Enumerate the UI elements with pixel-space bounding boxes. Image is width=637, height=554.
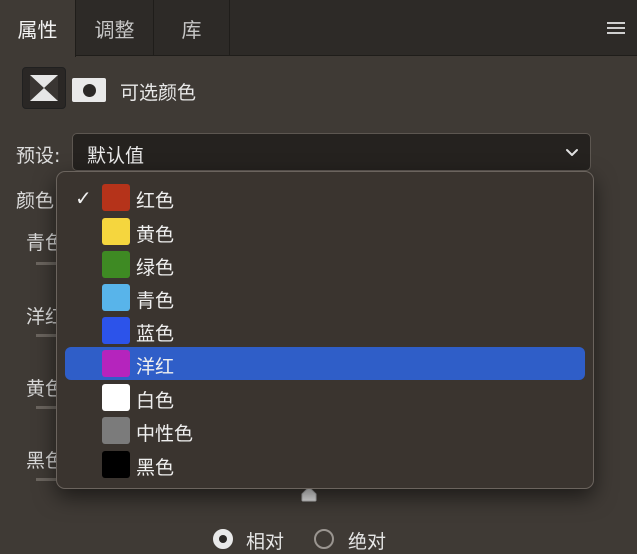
- preset-label: 预设:: [16, 145, 61, 167]
- tab-libraries[interactable]: 库: [154, 0, 230, 56]
- menu-item-label: 中性色: [136, 423, 194, 445]
- tab-bar: 属性 调整 库: [0, 0, 637, 57]
- mask-icon[interactable]: [72, 78, 106, 102]
- checkmark-icon: ✓: [75, 186, 92, 210]
- swatch-blue-icon: [102, 317, 130, 344]
- adjustment-layer-icon[interactable]: [22, 67, 66, 109]
- menu-item-cyans[interactable]: 青色: [65, 281, 585, 314]
- tab-properties[interactable]: 属性: [0, 0, 76, 57]
- preset-value: 默认值: [87, 145, 145, 167]
- menu-item-blues[interactable]: 蓝色: [65, 314, 585, 347]
- selective-color-icon: [30, 75, 58, 101]
- menu-item-label: 洋红: [136, 356, 175, 378]
- menu-item-yellows[interactable]: 黄色: [65, 215, 585, 248]
- swatch-red-icon: [102, 184, 130, 211]
- radio-absolute[interactable]: [314, 529, 334, 549]
- menu-item-label: 青色: [136, 290, 175, 312]
- preset-select[interactable]: 默认值: [72, 133, 591, 171]
- menu-item-label: 蓝色: [136, 323, 175, 345]
- panel-title: 可选颜色: [120, 82, 197, 104]
- colors-label: 颜色: [16, 190, 55, 212]
- chevron-down-icon: [566, 149, 578, 156]
- colors-dropdown-menu: ✓ 红色 黄色 绿色 青色 蓝色 洋红 白色 中性色 黑色: [56, 171, 594, 489]
- swatch-cyan-icon: [102, 284, 130, 311]
- swatch-black-icon: [102, 451, 130, 478]
- menu-item-label: 绿色: [136, 257, 175, 279]
- tab-adjustments[interactable]: 调整: [76, 0, 154, 56]
- swatch-magenta-icon: [102, 350, 130, 377]
- menu-item-greens[interactable]: 绿色: [65, 248, 585, 281]
- radio-relative-label: 相对: [246, 531, 285, 553]
- swatch-white-icon: [102, 384, 130, 411]
- menu-item-label: 红色: [136, 190, 175, 212]
- menu-item-blacks[interactable]: 黑色: [65, 448, 585, 481]
- menu-item-whites[interactable]: 白色: [65, 381, 585, 414]
- menu-item-label: 黄色: [136, 224, 175, 246]
- swatch-green-icon: [102, 251, 130, 278]
- menu-item-label: 白色: [136, 390, 175, 412]
- panel-menu-icon[interactable]: [607, 22, 625, 36]
- menu-item-reds[interactable]: ✓ 红色: [65, 181, 585, 214]
- menu-item-magentas[interactable]: 洋红: [65, 347, 585, 380]
- swatch-neutral-icon: [102, 417, 130, 444]
- swatch-yellow-icon: [102, 218, 130, 245]
- radio-absolute-label: 绝对: [348, 531, 387, 553]
- menu-item-neutrals[interactable]: 中性色: [65, 414, 585, 447]
- radio-relative[interactable]: [213, 529, 233, 549]
- menu-item-label: 黑色: [136, 457, 175, 479]
